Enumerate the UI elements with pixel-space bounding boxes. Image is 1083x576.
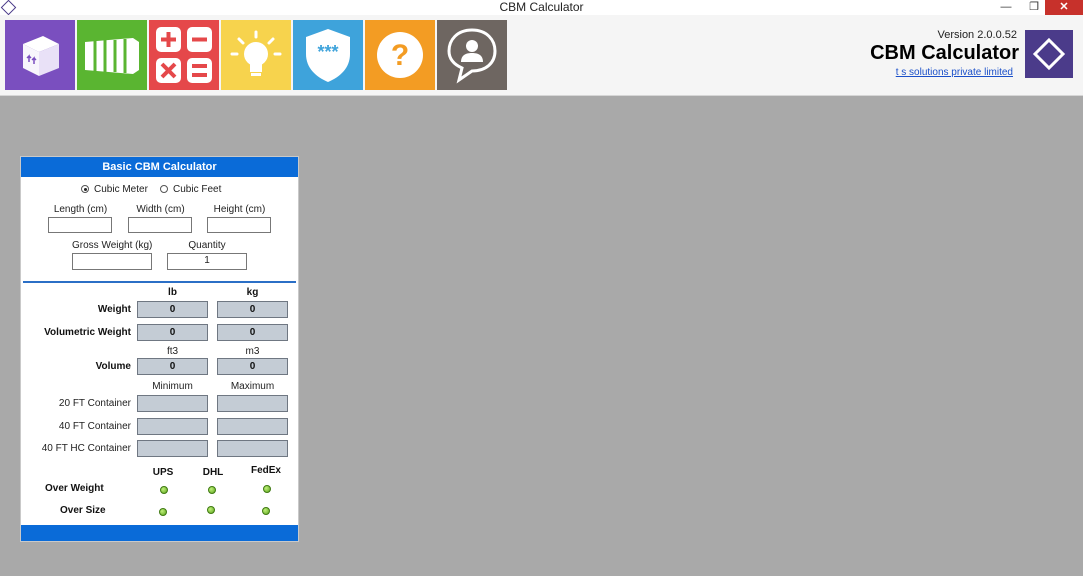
weight-label: Weight <box>97 304 131 315</box>
weight-lb-output: 0 <box>137 301 208 318</box>
ups-column-header: UPS <box>152 467 174 478</box>
gross-weight-input[interactable] <box>72 253 152 270</box>
ups-over-size-indicator <box>159 508 167 516</box>
container-40ft-hc-max-output <box>217 440 288 457</box>
maximum-column-header: Maximum <box>230 381 275 392</box>
kg-column-header: kg <box>246 287 259 298</box>
volume-m3-output: 0 <box>217 358 288 375</box>
close-button[interactable]: ✕ <box>1045 0 1083 15</box>
app-logo <box>1025 30 1073 78</box>
width-input[interactable] <box>128 217 192 233</box>
box-icon <box>23 36 59 76</box>
gross-weight-label: Gross Weight (kg) <box>72 240 153 251</box>
length-input[interactable] <box>48 217 112 233</box>
container-40ft-hc-label: 40 FT HC Container <box>41 443 131 454</box>
over-weight-label: Over Weight <box>45 483 104 494</box>
container-20ft-label: 20 FT Container <box>58 398 131 409</box>
app-name-heading: CBM Calculator <box>870 42 1019 64</box>
container-20ft-min-output <box>137 395 208 412</box>
svg-text:***: *** <box>317 42 338 62</box>
container-40ft-max-output <box>217 418 288 435</box>
basic-cbm-calculator-panel: Basic CBM Calculator Cubic Meter Cubic F… <box>20 156 299 542</box>
light-bulb-icon <box>230 30 282 76</box>
cubic-meter-radio[interactable] <box>81 185 89 193</box>
section-divider <box>23 281 296 283</box>
minimize-button[interactable]: — <box>992 0 1020 15</box>
length-label: Length (cm) <box>53 204 108 215</box>
calculator-icon <box>156 27 212 83</box>
dhl-over-weight-indicator <box>208 486 216 494</box>
fedex-over-size-indicator <box>262 507 270 515</box>
container-40ft-label: 40 FT Container <box>58 421 131 432</box>
over-size-label: Over Size <box>60 505 106 516</box>
diamond-logo-icon <box>1032 37 1066 71</box>
ups-over-weight-indicator <box>160 486 168 494</box>
company-link[interactable]: t s solutions private limited <box>896 67 1013 78</box>
maximize-button[interactable]: ❐ <box>1020 0 1048 15</box>
ft3-column-header: ft3 <box>166 346 179 357</box>
window-title: CBM Calculator <box>499 0 584 14</box>
feedback-tile-button[interactable] <box>437 20 507 90</box>
container-tile-button[interactable] <box>77 20 147 90</box>
container-icon <box>85 38 139 74</box>
volume-ft3-output: 0 <box>137 358 208 375</box>
version-label: Version 2.0.0.52 <box>937 29 1017 41</box>
volumetric-kg-output: 0 <box>217 324 288 341</box>
quantity-label: Quantity <box>188 240 226 251</box>
quantity-input[interactable]: 1 <box>167 253 247 270</box>
password-tile-button[interactable]: *** <box>293 20 363 90</box>
panel-title: Basic CBM Calculator <box>21 157 298 177</box>
height-input[interactable] <box>207 217 271 233</box>
shield-icon: *** <box>306 29 350 82</box>
fedex-column-header: FedEx <box>250 465 281 476</box>
minimum-column-header: Minimum <box>152 381 193 392</box>
svg-text:?: ? <box>391 39 409 72</box>
width-label: Width (cm) <box>136 204 185 215</box>
panel-footer <box>21 525 298 541</box>
dhl-over-size-indicator <box>207 506 215 514</box>
cubic-meter-label: Cubic Meter <box>94 184 148 195</box>
container-40ft-min-output <box>137 418 208 435</box>
m3-column-header: m3 <box>245 346 260 357</box>
user-chat-icon <box>447 28 497 84</box>
calculator-tile-button[interactable] <box>149 20 219 90</box>
help-tile-button[interactable]: ? <box>365 20 435 90</box>
weight-kg-output: 0 <box>217 301 288 318</box>
volume-label: Volume <box>95 361 131 372</box>
cubic-feet-radio[interactable] <box>160 185 168 193</box>
box-tile-button[interactable] <box>5 20 75 90</box>
lb-column-header: lb <box>168 287 177 298</box>
light-bulb-tile-button[interactable] <box>221 20 291 90</box>
height-label: Height (cm) <box>213 204 266 215</box>
fedex-over-weight-indicator <box>263 485 271 493</box>
dhl-column-header: DHL <box>202 467 224 478</box>
title-bar: CBM Calculator — ❐ ✕ <box>0 0 1083 16</box>
header: *** ? Version 2.0.0.52 CBM Calculator t … <box>0 15 1083 96</box>
volumetric-lb-output: 0 <box>137 324 208 341</box>
question-mark-icon: ? <box>377 32 423 78</box>
container-20ft-max-output <box>217 395 288 412</box>
cubic-feet-label: Cubic Feet <box>173 184 222 195</box>
volumetric-weight-label: Volumetric Weight <box>44 327 131 338</box>
container-40ft-hc-min-output <box>137 440 208 457</box>
